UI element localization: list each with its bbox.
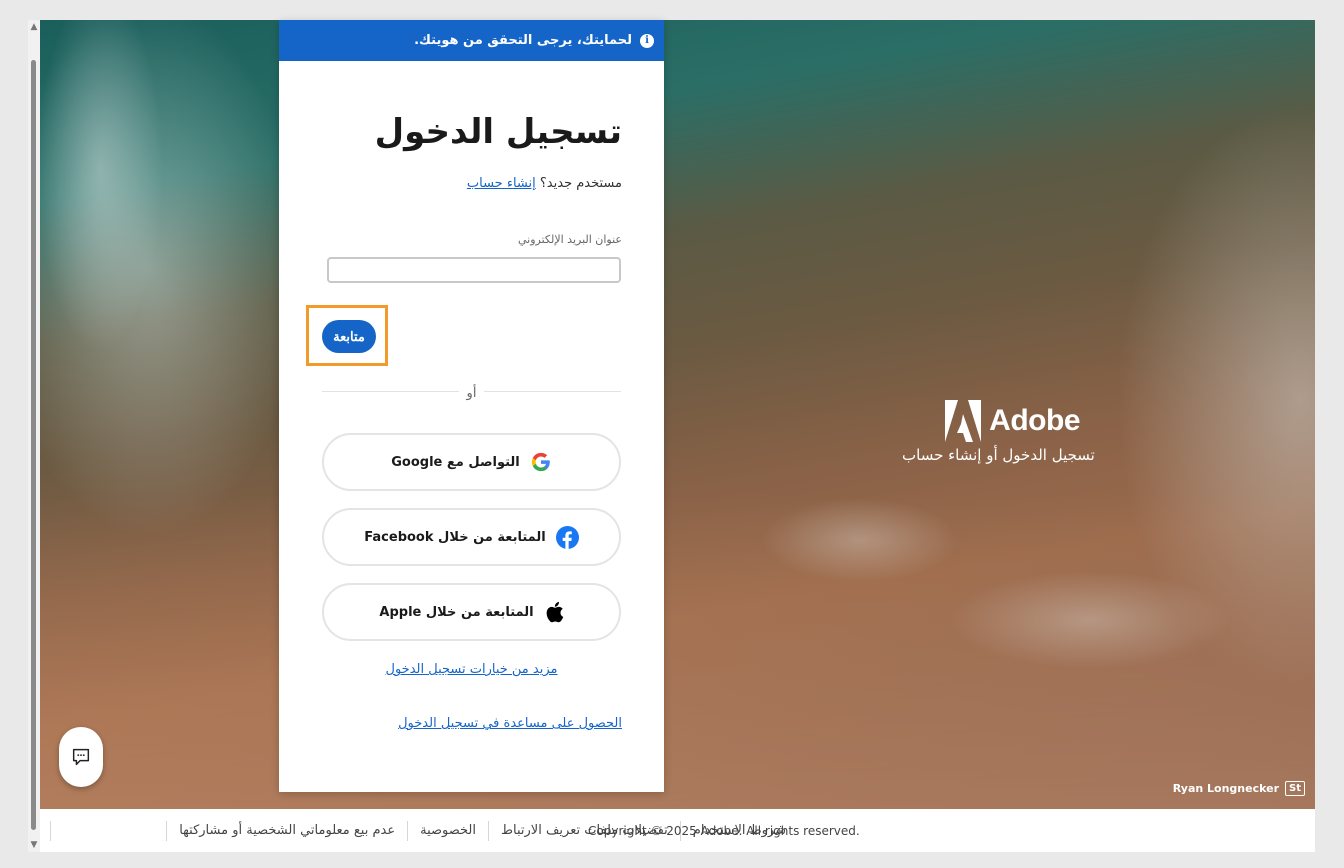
banner-text: لحمايتك، يرجى التحقق من هويتك. — [414, 33, 632, 48]
facebook-signin-label: المتابعة من خلال Facebook — [364, 529, 546, 545]
google-icon — [531, 452, 550, 472]
signin-card: i لحمايتك، يرجى التحقق من هويتك. تسجيل ا… — [279, 20, 664, 792]
page-footer: شروط الاستخدام تفضيلات ملفات تعريف الارت… — [40, 809, 1315, 852]
or-label-wrap: أو — [279, 386, 664, 401]
more-signin-options-link[interactable]: مزيد من خيارات تسجيل الدخول — [279, 662, 664, 677]
chat-support-button[interactable] — [59, 727, 103, 787]
apple-signin-label: المتابعة من خلال Apple — [379, 604, 534, 620]
facebook-signin-button[interactable]: المتابعة من خلال Facebook — [322, 508, 621, 566]
google-signin-button[interactable]: التواصل مع Google — [322, 433, 621, 491]
adobe-logo-icon — [945, 400, 982, 442]
email-label: عنوان البريد الإلكتروني — [517, 233, 622, 246]
brand-block: Adobe تسجيل الدخول أو إنشاء حساب — [902, 400, 1095, 464]
scroll-thumb[interactable] — [31, 60, 36, 830]
footer-link-privacy[interactable]: الخصوصية — [407, 820, 488, 841]
verification-banner: i لحمايتك، يرجى التحقق من هويتك. — [279, 20, 664, 61]
scroll-down-arrow-icon[interactable]: ▼ — [28, 838, 40, 852]
brand-subtitle: تسجيل الدخول أو إنشاء حساب — [902, 446, 1095, 464]
hero-foam-overlay — [40, 20, 1315, 809]
apple-signin-button[interactable]: المتابعة من خلال Apple — [322, 583, 621, 641]
email-field[interactable] — [327, 257, 621, 283]
info-icon: i — [640, 33, 654, 48]
new-user-prefix: مستخدم جديد؟ — [539, 176, 622, 191]
google-signin-label: التواصل مع Google — [391, 454, 520, 470]
footer-link-do-not-sell[interactable]: عدم بيع معلوماتي الشخصية أو مشاركتها — [166, 820, 407, 841]
page-title: تسجيل الدخول — [374, 112, 622, 152]
continue-button[interactable]: متابعة — [322, 320, 376, 353]
stock-badge: St — [1285, 781, 1305, 796]
copyright-text: Copyright © 2025 Adobe. All rights reser… — [588, 823, 860, 838]
or-label: أو — [458, 386, 485, 401]
photo-credit-name: Ryan Longnecker — [1172, 782, 1280, 795]
facebook-icon — [555, 525, 579, 549]
chat-bubble-icon — [72, 748, 90, 766]
scroll-up-arrow-icon[interactable]: ▲ — [28, 20, 40, 34]
signin-help-link[interactable]: الحصول على مساعدة في تسجيل الدخول — [398, 716, 622, 731]
new-user-line: مستخدم جديد؟ إنشاء حساب — [467, 176, 622, 191]
brand-name: Adobe — [989, 404, 1080, 437]
apple-icon — [546, 601, 563, 623]
hero-background: Adobe تسجيل الدخول أو إنشاء حساب Ryan Lo… — [40, 20, 1315, 809]
photo-credit[interactable]: Ryan Longnecker St — [1173, 781, 1305, 796]
create-account-link[interactable]: إنشاء حساب — [467, 176, 536, 191]
footer-divider — [50, 821, 51, 841]
page-scrollbar[interactable]: ▲ ▼ — [28, 20, 40, 852]
